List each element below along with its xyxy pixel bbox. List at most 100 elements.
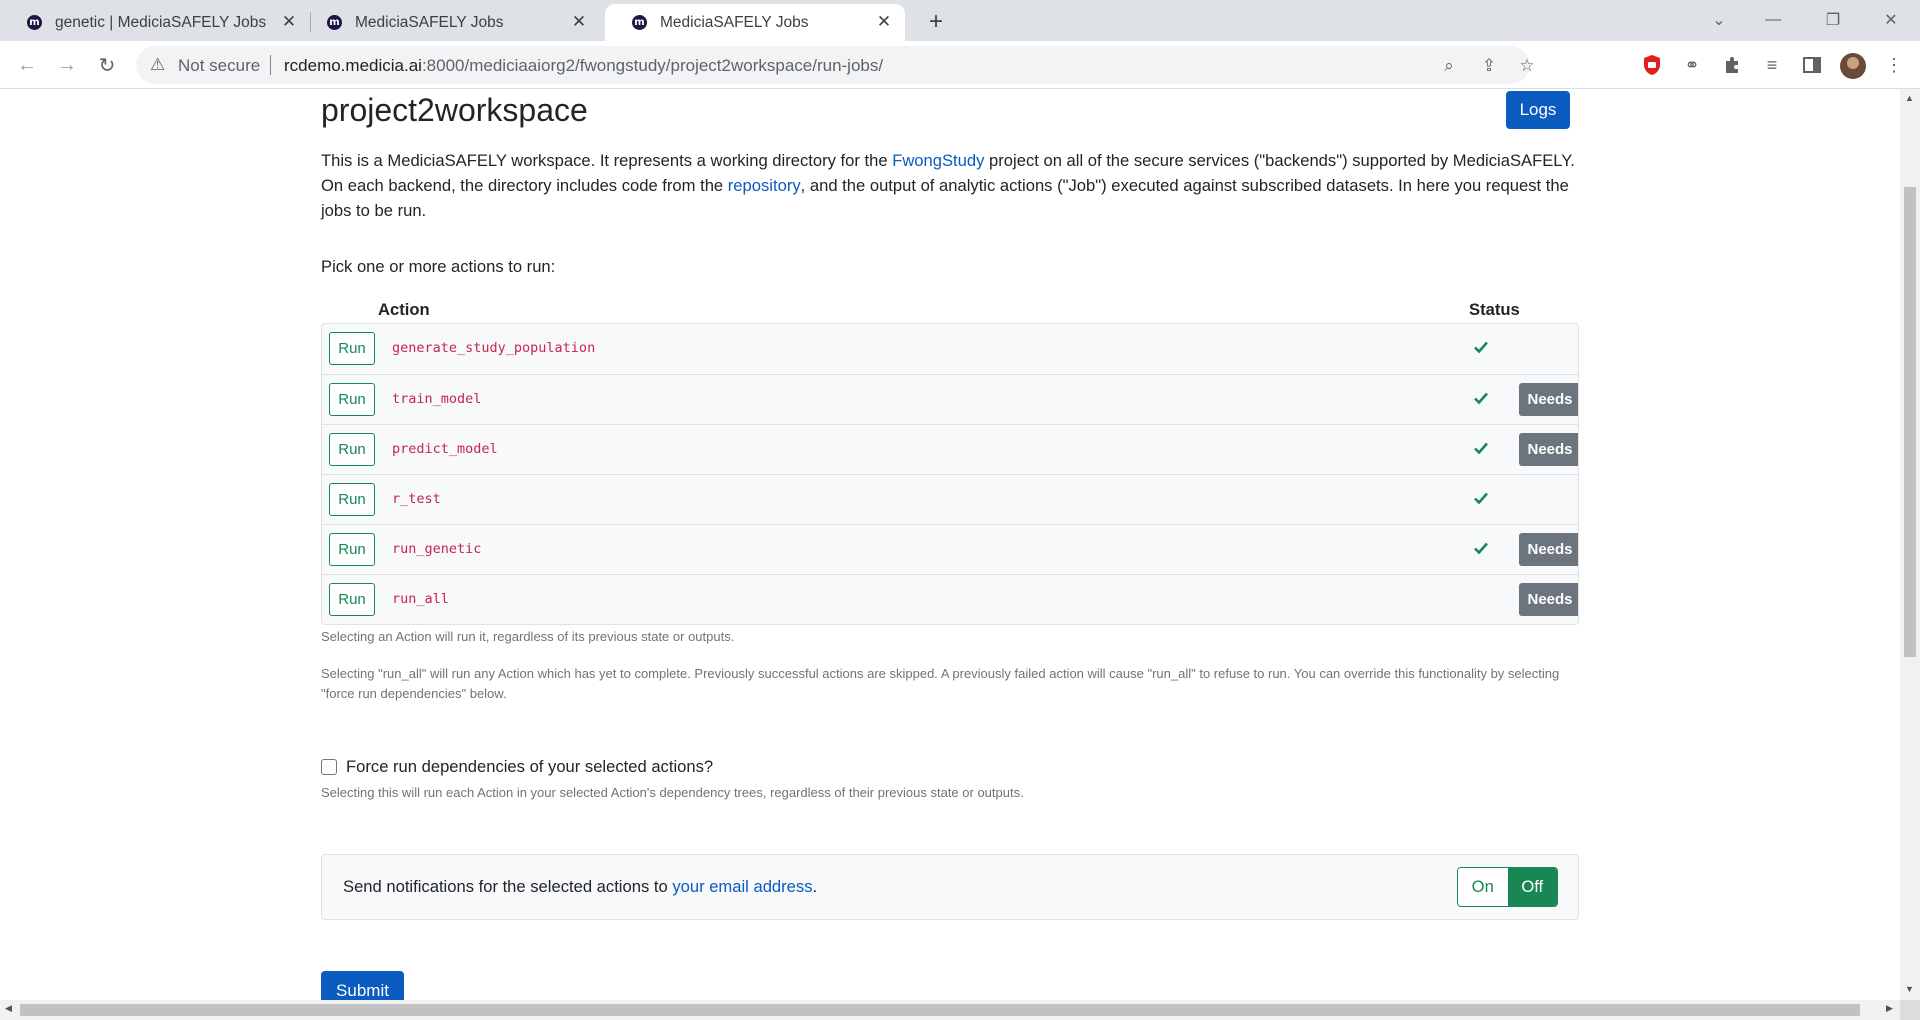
horizontal-scroll-thumb[interactable] — [20, 1004, 1860, 1016]
run-all-help: Selecting "run_all" will run any Action … — [321, 666, 1560, 701]
email-address-link[interactable]: your email address — [672, 877, 812, 896]
forward-arrow-icon[interactable]: → — [52, 50, 82, 80]
needs-button[interactable]: Needs — [1519, 433, 1578, 466]
scrollbar-corner — [1900, 1000, 1920, 1020]
notification-toggle: On Off — [1457, 867, 1558, 907]
actions-list: Run generate_study_population Run train_mod… — [321, 323, 1579, 625]
submit-button[interactable]: Submit — [321, 971, 404, 1000]
notification-text: Send notifications for the selected acti… — [343, 877, 817, 897]
window-close-icon[interactable]: ✕ — [1868, 4, 1914, 36]
security-label: Not secure — [178, 56, 261, 75]
extension-shield-icon[interactable] — [1640, 53, 1664, 77]
browser-tab-1[interactable]: m genetic | MediciaSAFELY Jobs ✕ — [0, 4, 310, 41]
run-button[interactable]: Run — [329, 383, 375, 416]
notify-text-after: . — [812, 877, 818, 896]
extensions-puzzle-icon[interactable] — [1720, 53, 1744, 77]
reload-icon[interactable]: ↻ — [92, 50, 122, 80]
select-action-help: Selecting an Action will run it, regardl… — [321, 629, 735, 644]
browser-tab-2[interactable]: m MediciaSAFELY Jobs ✕ — [300, 4, 600, 41]
browser-tab-strip: m genetic | MediciaSAFELY Jobs ✕ m Medic… — [0, 0, 1920, 41]
tab-title: MediciaSAFELY Jobs — [355, 14, 504, 31]
repository-link[interactable]: repository — [728, 176, 801, 195]
logs-button[interactable]: Logs — [1506, 91, 1570, 129]
new-tab-plus-icon[interactable]: + — [922, 8, 950, 36]
close-icon[interactable]: ✕ — [873, 11, 895, 33]
notify-off-option[interactable]: Off — [1507, 868, 1557, 906]
browser-toolbar: ← → ↻ ⚠ Not secure rcdemo.medicia.ai:800… — [0, 41, 1920, 89]
scroll-down-arrow-icon[interactable]: ▼ — [1905, 984, 1914, 994]
medicia-favicon-icon: m — [327, 15, 342, 30]
intro-text-1: This is a MediciaSAFELY workspace. It re… — [321, 151, 893, 170]
side-panel-icon[interactable] — [1800, 53, 1824, 77]
tab-title: MediciaSAFELY Jobs — [660, 14, 809, 31]
action-column-header: Action — [378, 300, 430, 319]
url-text[interactable]: rcdemo.medicia.ai:8000/mediciaaiorg2/fwo… — [284, 56, 883, 76]
action-name: generate_study_population — [392, 340, 596, 356]
share-icon[interactable]: ⇪ — [1478, 55, 1500, 77]
url-path: :8000/mediciaaiorg2/fwongstudy/project2w… — [421, 56, 884, 75]
warning-triangle-icon: ⚠ — [150, 55, 166, 74]
force-run-label[interactable]: Force run dependencies of your selected … — [346, 757, 713, 777]
notify-text-before: Send notifications for the selected acti… — [343, 877, 673, 896]
action-row: Run run_genetic Needs — [322, 524, 1578, 574]
action-name: run_all — [392, 591, 449, 607]
tab-title: genetic | MediciaSAFELY Jobs — [55, 14, 267, 31]
url-host: rcdemo.medicia.ai — [284, 56, 422, 75]
zoom-magnifier-icon[interactable]: ⌕ — [1438, 55, 1460, 77]
address-bar[interactable]: ⚠ Not secure rcdemo.medicia.ai:8000/medi… — [136, 46, 1535, 84]
profile-avatar[interactable] — [1840, 53, 1866, 79]
success-check-icon — [1474, 392, 1488, 405]
bookmark-star-icon[interactable]: ☆ — [1516, 55, 1538, 77]
page-viewport: project2workspace Logs This is a Medicia… — [0, 89, 1900, 1000]
page-title: project2workspace — [321, 92, 588, 128]
needs-button[interactable]: Needs — [1519, 533, 1578, 566]
restore-icon[interactable]: ❐ — [1810, 4, 1856, 36]
force-run-help: Selecting this will run each Action in y… — [321, 785, 1024, 800]
action-name: train_model — [392, 391, 482, 407]
run-button[interactable]: Run — [329, 332, 375, 365]
scroll-right-arrow-icon[interactable]: ▶ — [1886, 1003, 1893, 1014]
action-row: Run run_all Needs — [322, 574, 1578, 624]
force-run-checkbox[interactable] — [321, 759, 337, 775]
run-button[interactable]: Run — [329, 433, 375, 466]
action-row: Run predict_model Needs — [322, 424, 1578, 474]
back-arrow-icon[interactable]: ← — [12, 50, 42, 80]
horizontal-scrollbar[interactable]: ◀ ▶ — [0, 1000, 1900, 1020]
workspace-description: This is a MediciaSAFELY workspace. It re… — [321, 148, 1579, 223]
action-name: predict_model — [392, 441, 498, 457]
run-button[interactable]: Run — [329, 583, 375, 616]
success-check-icon — [1474, 442, 1488, 455]
run-button[interactable]: Run — [329, 483, 375, 516]
pick-actions-label: Pick one or more actions to run: — [321, 257, 556, 276]
extension-bike-icon[interactable]: ⚭ — [1680, 53, 1704, 77]
minimize-icon[interactable]: — — [1750, 4, 1796, 36]
needs-button[interactable]: Needs — [1519, 383, 1578, 416]
needs-button[interactable]: Needs — [1519, 583, 1578, 616]
study-link[interactable]: FwongStudy — [892, 151, 984, 170]
medicia-favicon-icon: m — [632, 15, 647, 30]
vertical-scroll-thumb[interactable] — [1904, 187, 1916, 657]
close-icon[interactable]: ✕ — [568, 11, 590, 33]
run-button[interactable]: Run — [329, 533, 375, 566]
more-menu-icon[interactable]: ⋮ — [1882, 53, 1906, 77]
tab-search-chevron-icon[interactable]: ⌄ — [1696, 4, 1742, 36]
status-column-header: Status — [1469, 300, 1520, 319]
success-check-icon — [1474, 492, 1488, 505]
action-row: Run r_test — [322, 474, 1578, 524]
notification-panel: Send notifications for the selected acti… — [321, 854, 1579, 920]
action-row: Run generate_study_population — [322, 324, 1578, 374]
browser-tab-3-active[interactable]: m MediciaSAFELY Jobs ✕ — [605, 4, 905, 41]
notify-on-option[interactable]: On — [1458, 868, 1508, 906]
action-row: Run train_model Needs — [322, 374, 1578, 424]
medicia-favicon-icon: m — [27, 15, 42, 30]
force-run-row: Force run dependencies of your selected … — [321, 757, 713, 777]
address-divider — [270, 55, 271, 75]
action-name: run_genetic — [392, 541, 482, 557]
vertical-scrollbar[interactable]: ▲ ▼ — [1900, 89, 1920, 1000]
success-check-icon — [1474, 341, 1488, 354]
success-check-icon — [1474, 542, 1488, 555]
scroll-left-arrow-icon[interactable]: ◀ — [5, 1003, 12, 1014]
reading-list-icon[interactable]: ≡ — [1760, 53, 1784, 77]
scroll-up-arrow-icon[interactable]: ▲ — [1905, 93, 1914, 103]
close-icon[interactable]: ✕ — [278, 11, 300, 33]
